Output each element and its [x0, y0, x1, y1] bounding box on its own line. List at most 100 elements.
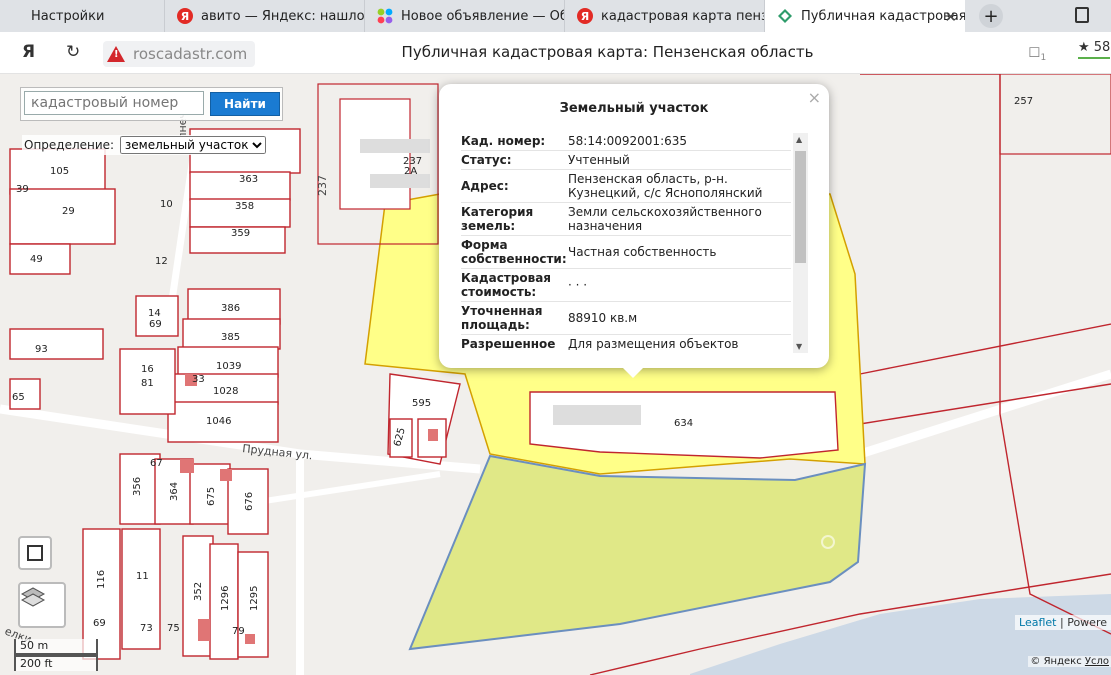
yandex-icon: Я [177, 8, 193, 24]
svg-text:356: 356 [132, 477, 143, 496]
tab-label: авито — Яндекс: нашлось [201, 8, 365, 24]
svg-text:363: 363 [239, 174, 258, 185]
svg-text:386: 386 [221, 303, 240, 314]
extension-icon[interactable]: ◻1 [1028, 42, 1046, 63]
layers-button[interactable] [18, 582, 66, 628]
definition-row: Определение: земельный участок [22, 135, 268, 155]
definition-label: Определение: [24, 138, 115, 152]
info-value: Частная собственность [568, 245, 717, 259]
svg-text:359: 359 [231, 228, 250, 239]
svg-text:116: 116 [96, 570, 107, 589]
avito-dots-icon [377, 8, 393, 24]
svg-text:595: 595 [412, 398, 431, 409]
terms-link[interactable]: Усло [1085, 656, 1109, 667]
info-value: Учтенный [568, 153, 630, 167]
info-key: Категория земель: [461, 205, 534, 233]
svg-text:33: 33 [192, 374, 205, 385]
plot-label: 105 [50, 166, 69, 177]
svg-text:2А: 2А [404, 166, 417, 177]
cadastral-map[interactable]: 105 29 49 93 65 363 358 359 386 385 1039… [0, 74, 1111, 675]
svg-text:11: 11 [136, 571, 149, 582]
tab-new-listing[interactable]: Новое объявление — Обт [365, 0, 565, 32]
svg-text:73: 73 [140, 623, 153, 634]
cadastre-icon [777, 8, 793, 24]
parcel-popup: × Земельный участок Кад. номер: 58:14:009… [439, 84, 829, 378]
info-value: Земли сельскохозяйственного назначения [568, 205, 762, 233]
info-row: Форма собственности: Частная собственност… [461, 236, 791, 269]
close-icon[interactable]: ✕ [944, 8, 957, 26]
svg-text:65: 65 [12, 392, 25, 403]
svg-text:49: 49 [30, 254, 43, 265]
tab-label: Новое объявление — Обт [401, 8, 565, 24]
tab-bar: Настройки Я авито — Яндекс: нашлось Ново… [0, 0, 1111, 32]
parcel-info-table: Кад. номер: 58:14:0092001:635 Статус: Учтен… [461, 132, 791, 352]
layers-icon [20, 587, 46, 607]
svg-text:1046: 1046 [206, 416, 231, 427]
tab-label: Настройки [31, 8, 105, 24]
neighbour-parcel-highlight [408, 454, 867, 651]
svg-text:1028: 1028 [213, 386, 238, 397]
info-value: 88910 кв.м [568, 311, 638, 325]
definition-select[interactable]: земельный участок [119, 136, 266, 154]
info-key: Уточненная площадь: [461, 304, 543, 332]
info-row: Уточненная площадь: 88910 кв.м [461, 302, 791, 335]
tab-avito-yandex-search[interactable]: Я авито — Яндекс: нашлось [165, 0, 365, 32]
scale-metric: 50 m [14, 639, 98, 655]
info-row: Кадастровая стоимость: · · · [461, 269, 791, 302]
cadastral-number-input[interactable] [24, 91, 204, 115]
svg-text:67: 67 [150, 458, 163, 469]
svg-text:12: 12 [155, 256, 168, 267]
tab-label: кадастровая карта пензен [601, 8, 764, 24]
fullscreen-icon [27, 545, 43, 561]
search-button[interactable]: Найти [210, 92, 280, 116]
info-value: · · · [568, 278, 588, 292]
svg-text:1039: 1039 [216, 361, 241, 372]
page-title: Публичная кадастровая карта: Пензенская … [401, 43, 814, 61]
scale-bar: 50 m 200 ft [14, 639, 98, 671]
scale-imperial: 200 ft [14, 655, 98, 671]
info-row: Категория земель: Земли сельскохозяйствен… [461, 203, 791, 236]
svg-text:39: 39 [16, 184, 29, 195]
svg-text:69: 69 [149, 319, 162, 330]
info-key: Форма собственности: [461, 238, 567, 266]
info-key: Кадастровая стоимость: [461, 271, 551, 299]
leaflet-link[interactable]: Leaflet [1019, 616, 1056, 629]
svg-text:29: 29 [62, 206, 75, 217]
svg-text:10: 10 [160, 199, 173, 210]
svg-text:14: 14 [148, 308, 161, 319]
info-value: Пензенская область, р-н. Кузнецкий, с/с … [568, 172, 763, 200]
svg-text:385: 385 [221, 332, 240, 343]
info-row: Статус: Учтенный [461, 151, 791, 170]
svg-text:16: 16 [141, 364, 154, 375]
tab-label: Публичная кадастровая [801, 8, 965, 24]
tab-public-cadastre[interactable]: Публичная кадастровая ✕ [765, 0, 965, 32]
info-key: Кад. номер: [461, 134, 546, 148]
svg-text:69: 69 [93, 618, 106, 629]
svg-text:1295: 1295 [249, 586, 260, 611]
collections-icon[interactable] [1075, 7, 1089, 23]
info-row: Адрес: Пензенская область, р-н. Кузнецкий… [461, 170, 791, 203]
svg-text:364: 364 [169, 482, 180, 501]
svg-text:257: 257 [1014, 96, 1033, 107]
fullscreen-button[interactable] [18, 536, 52, 570]
popup-title: Земельный участок [559, 101, 709, 116]
street-label: Прудная ул. [242, 442, 313, 462]
svg-text:93: 93 [35, 344, 48, 355]
popup-scrollbar[interactable]: ▲ ▼ [793, 133, 808, 353]
svg-text:1296: 1296 [220, 586, 231, 611]
yandex-attribution: © Яндекс Усло [1028, 656, 1111, 667]
svg-text:675: 675 [206, 487, 217, 506]
rating-badge[interactable]: ★ 58 [1078, 40, 1111, 59]
yandex-icon: Я [577, 8, 593, 24]
search-panel: Найти [20, 87, 283, 121]
info-value: Для размещения объектов [568, 337, 739, 351]
info-row: Разрешенное Для размещения объектов [461, 335, 791, 352]
tab-settings[interactable]: Настройки [0, 0, 165, 32]
info-key: Статус: [461, 153, 512, 167]
building [553, 405, 641, 425]
svg-text:81: 81 [141, 378, 154, 389]
new-tab-button[interactable]: + [979, 4, 1003, 28]
info-value: 58:14:0092001:635 [568, 134, 688, 148]
svg-text:634: 634 [674, 418, 693, 429]
tab-cadastral-search[interactable]: Я кадастровая карта пензен [565, 0, 765, 32]
